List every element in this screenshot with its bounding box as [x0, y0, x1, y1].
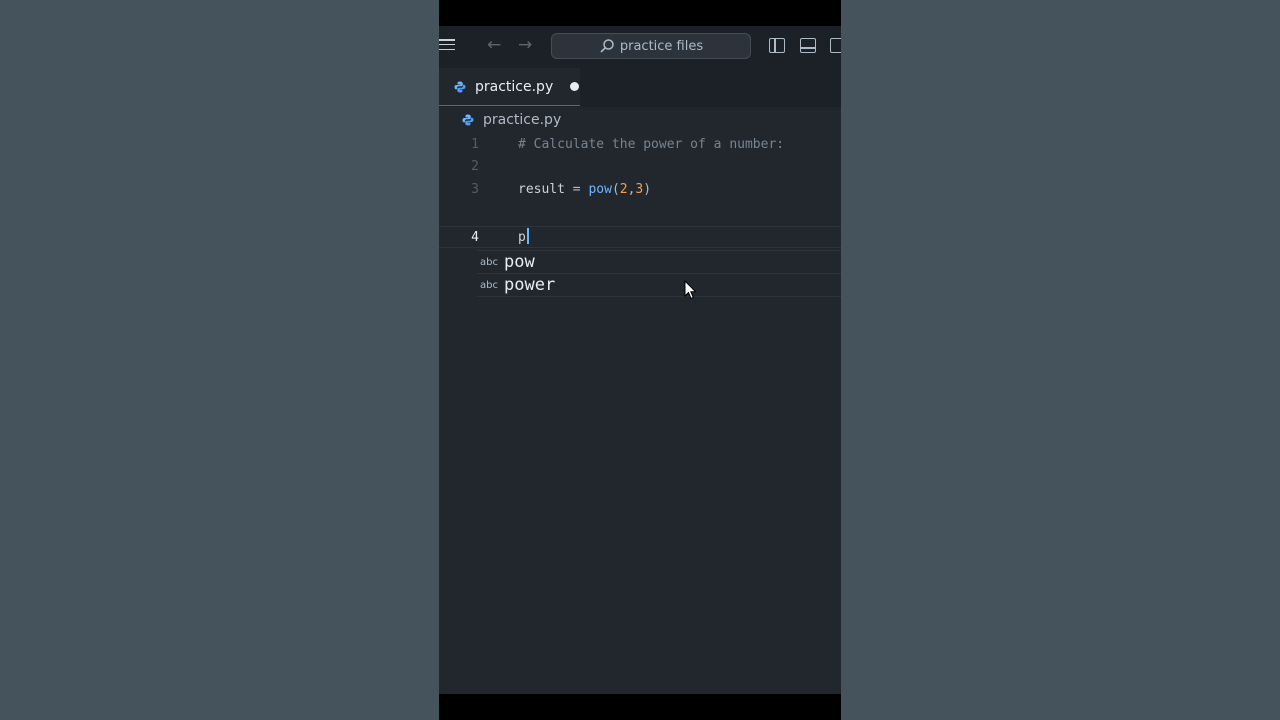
function-token: pow — [588, 182, 612, 197]
python-file-icon — [454, 81, 466, 92]
suggestion-widget: abc pow abc power — [477, 250, 841, 299]
suggestion-label: power — [504, 275, 556, 295]
line-number: 1 — [471, 137, 479, 152]
menu-icon[interactable] — [439, 39, 455, 51]
word-kind-icon: abc — [480, 279, 498, 291]
line-number: 4 — [471, 230, 479, 245]
layout-panel-icon[interactable] — [800, 38, 816, 53]
mouse-pointer-icon — [684, 280, 697, 300]
text-cursor — [526, 228, 529, 244]
code-line[interactable]: 3 result = pow(2,3) — [439, 179, 841, 201]
unsaved-dot-icon[interactable] — [570, 82, 580, 91]
code-text: result = pow(2,3) — [518, 179, 651, 201]
number-token: 2 — [619, 182, 628, 197]
tab-bar: practice.py — [439, 68, 841, 107]
code-line-active[interactable]: 4 p — [439, 226, 841, 248]
search-icon — [600, 39, 614, 53]
variable-token: result — [518, 182, 565, 197]
typed-text: p — [518, 230, 526, 245]
search-label: practice files — [619, 38, 704, 54]
code-text: p — [518, 227, 529, 249]
video-frame: ← → practice files practice.py practice.… — [439, 0, 841, 720]
code-editor-window: ← → practice files practice.py practice.… — [439, 26, 841, 694]
layout-secondary-icon[interactable] — [830, 38, 841, 53]
paren-token: ( — [611, 182, 620, 197]
breadcrumb-file[interactable]: practice.py — [483, 112, 561, 128]
breadcrumb: practice.py — [439, 106, 841, 134]
forward-arrow-icon[interactable]: → — [518, 35, 532, 55]
code-line[interactable]: 1 # Calculate the power of a number: — [439, 134, 841, 156]
paren-token: ) — [643, 182, 652, 197]
operator-token: = — [564, 182, 589, 197]
line-number: 2 — [471, 159, 479, 174]
tab-label: practice.py — [475, 78, 554, 95]
word-kind-icon: abc — [480, 256, 498, 268]
title-bar: ← → practice files — [439, 26, 841, 68]
suggestion-label: pow — [504, 252, 535, 272]
tab-practice-py[interactable]: practice.py — [439, 68, 580, 106]
code-area[interactable]: 1 # Calculate the power of a number: 2 3… — [439, 134, 841, 694]
command-center-search[interactable]: practice files — [551, 33, 751, 59]
line-number: 3 — [471, 182, 479, 197]
suggestion-item[interactable]: abc pow — [477, 251, 841, 274]
back-arrow-icon[interactable]: ← — [487, 35, 501, 55]
suggestion-item[interactable]: abc power — [477, 274, 841, 297]
code-line[interactable]: 2 — [439, 156, 841, 178]
python-file-icon — [462, 114, 474, 126]
layout-sidebar-icon[interactable] — [769, 38, 785, 53]
code-text: # Calculate the power of a number: — [518, 137, 785, 152]
